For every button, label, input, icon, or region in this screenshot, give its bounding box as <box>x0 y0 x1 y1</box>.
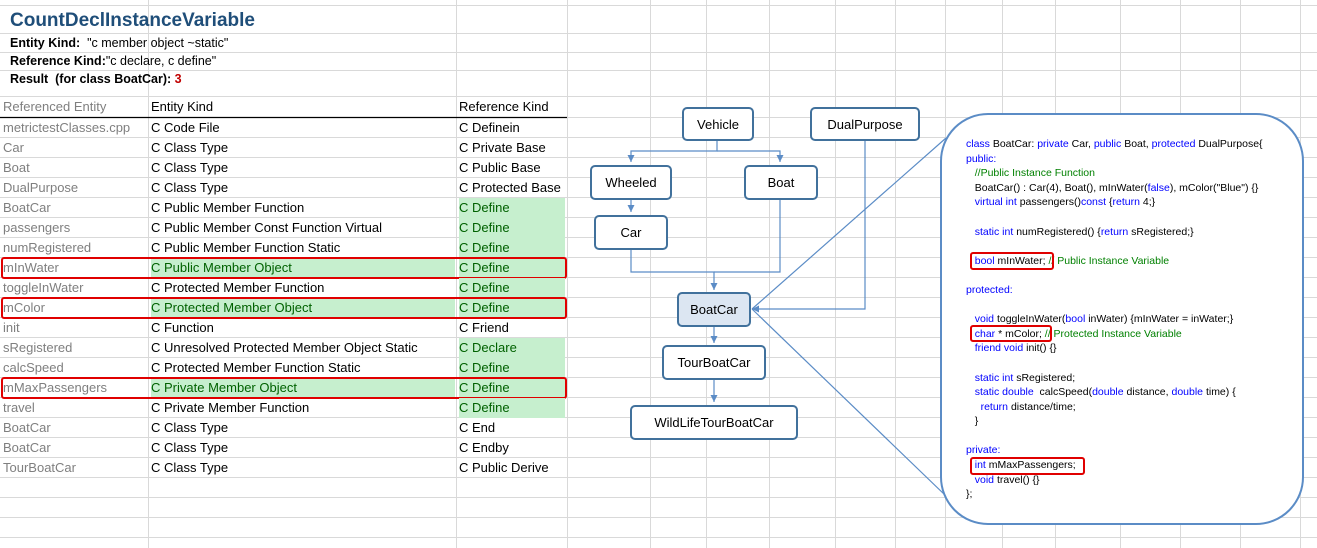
node-boatcar[interactable]: BoatCar <box>677 292 751 327</box>
code-token: protected <box>1151 138 1199 150</box>
code-token: protected: <box>966 283 1013 296</box>
code-line: //Public Instance Function <box>966 166 1263 181</box>
code-token: 4;} <box>1142 196 1156 209</box>
node-vehicle[interactable]: Vehicle <box>682 107 754 141</box>
code-line: } <box>966 414 1263 429</box>
code-line: static double calcSpeed(double distance,… <box>966 385 1263 400</box>
edge-vehicle-wheeled <box>627 141 718 162</box>
code-token: BoatCar: <box>992 138 1038 150</box>
code-token: void <box>966 473 997 486</box>
code-token: time) { <box>1205 386 1236 399</box>
code-token: }; <box>966 488 973 501</box>
code-token: inWater) {mInWater = inWater;} <box>1088 313 1234 326</box>
code-token: return <box>1112 196 1143 209</box>
code-line: friend void init() {} <box>966 341 1263 356</box>
code-token: void <box>966 313 997 326</box>
code-token: // Protected Instance Variable <box>1041 327 1182 340</box>
code-line: BoatCar() : Car(4), Boat(), mInWater(fal… <box>966 181 1263 196</box>
edge-boat-boatcar <box>714 200 781 273</box>
code-token: ), mColor("Blue") {} <box>1169 181 1259 194</box>
code-token: private: <box>966 444 1001 457</box>
code-line: class BoatCar: private Car, public Boat,… <box>966 137 1263 152</box>
code-token: virtual int <box>966 196 1020 209</box>
code-token: static double <box>966 386 1040 399</box>
code-highlight-mmaxpassengers <box>970 457 1085 475</box>
node-wheeled[interactable]: Wheeled <box>590 165 672 200</box>
code-listing: class BoatCar: private Car, public Boat,… <box>966 137 1263 502</box>
code-token: } <box>966 415 979 428</box>
code-token: distance/time; <box>1010 400 1076 413</box>
code-highlight-mcolor <box>970 325 1052 342</box>
code-token: init() {} <box>1026 342 1057 355</box>
code-token: calcSpeed( <box>1039 386 1093 399</box>
code-token: friend void <box>966 342 1027 355</box>
code-token: Car, <box>1071 138 1094 150</box>
code-token: BoatCar() : Car(4), Boat(), mInWater( <box>966 181 1148 194</box>
code-line: private: <box>966 443 1263 458</box>
code-token: false <box>1147 181 1170 194</box>
code-token: static int <box>966 371 1017 384</box>
code-token: double <box>1092 386 1127 399</box>
code-token: private <box>1037 138 1072 150</box>
callout-pointer-bottom <box>751 308 947 497</box>
code-token: public <box>1093 138 1125 150</box>
code-token: public: <box>966 152 997 165</box>
code-token: passengers() <box>1019 196 1081 209</box>
code-token: Boat, <box>1124 138 1152 150</box>
code-token: sRegistered; <box>1016 371 1076 384</box>
edge-car-boatcar <box>630 250 718 290</box>
code-line: static int sRegistered; <box>966 371 1263 386</box>
code-line: }; <box>966 487 1263 502</box>
callout-pointer-top <box>751 137 947 310</box>
node-dualpurpose[interactable]: DualPurpose <box>810 107 920 141</box>
code-token: static int <box>966 225 1017 238</box>
code-token: //Public Instance Function <box>966 167 1095 180</box>
code-token: travel() {} <box>996 473 1040 486</box>
code-token: return <box>966 400 1011 413</box>
code-highlight-minwater <box>970 252 1054 270</box>
code-token: toggleInWater( <box>996 313 1066 326</box>
code-line: protected: <box>966 283 1263 298</box>
edge-vehicle-boat <box>717 150 784 162</box>
code-token: class <box>966 138 993 150</box>
code-token: distance, <box>1126 386 1172 399</box>
code-token: return <box>1100 225 1132 238</box>
code-token: // Public Instance Variable <box>1045 254 1170 267</box>
node-boat[interactable]: Boat <box>744 165 818 200</box>
code-token: bool <box>1065 313 1089 326</box>
code-line: static int numRegistered() {return sRegi… <box>966 225 1263 240</box>
code-line: virtual int passengers()const {return 4;… <box>966 195 1263 210</box>
node-car[interactable]: Car <box>594 215 668 250</box>
code-token: numRegistered() { <box>1016 225 1101 238</box>
code-line: public: <box>966 152 1263 167</box>
code-line: return distance/time; <box>966 400 1263 415</box>
code-token: const <box>1080 196 1109 209</box>
code-token: DualPurpose{ <box>1198 138 1263 150</box>
code-token: sRegistered;} <box>1131 225 1194 238</box>
node-wildlifetourboatcar[interactable]: WildLifeTourBoatCar <box>630 405 798 440</box>
code-token: double <box>1171 386 1206 399</box>
node-tourboatcar[interactable]: TourBoatCar <box>662 345 766 380</box>
